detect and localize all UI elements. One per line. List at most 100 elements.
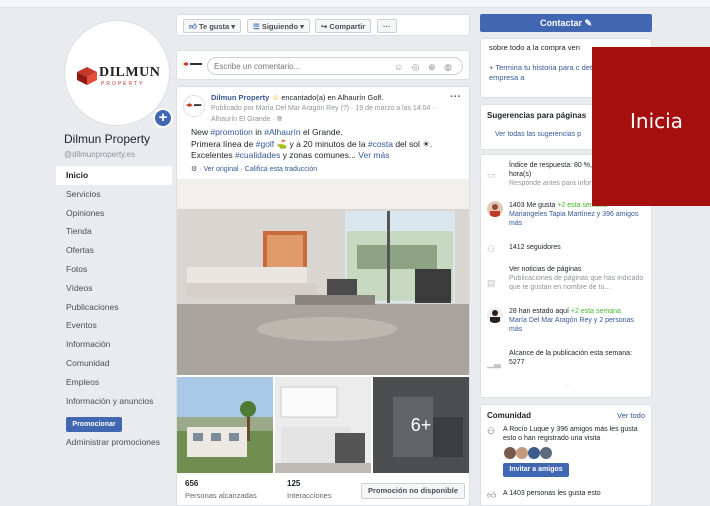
share-icon: ↪ [321,22,328,31]
thumbnail-exterior[interactable] [177,377,273,473]
commenter-logo-icon [183,62,202,66]
followers-icon: ⚇ [487,244,496,254]
hashtag[interactable]: #costa [368,139,393,149]
logo-subtext: PROPERTY [101,81,145,87]
rss-icon: ☰ [253,22,260,31]
page-news-link[interactable]: Ver noticias de páginas [509,266,581,273]
community-see-all-link[interactable]: Ver todo [617,411,645,420]
checkins-week: +2 esta semana [570,308,621,315]
likes-friends[interactable]: Mariangeles Tapia Martínez y 396 amigos … [509,211,638,227]
more-stats-icon[interactable]: ··· [487,381,647,391]
logo-cube-icon [77,67,97,85]
author-logo-icon [185,103,202,107]
people-icon: ⚇ [487,426,496,436]
invite-friends-button[interactable]: Invitar a amigos [503,463,569,477]
post-author-name[interactable]: Dilmun Property [211,93,269,102]
kitchen-image [275,377,371,473]
suggestions-title: Sugerencias para páginas [487,111,587,120]
post-main-photo[interactable] [177,179,469,375]
suggestions-link[interactable]: Ver todas las sugerencias p [495,131,581,138]
followers-row: ⚇ 1412 seguidores [487,243,647,257]
sidebar-item-informacion[interactable]: Información [56,335,172,354]
sidebar-item-eventos[interactable]: Eventos [56,316,172,335]
like-page-button[interactable]: 👍︎ Te gusta ▾ [183,19,242,33]
post-thumbnail-row: 6+ [177,377,469,473]
checkins-friends[interactable]: María Del Mar Aragón Rey y 2 personas má… [509,317,634,333]
sidebar-item-fotos[interactable]: Fotos [56,260,172,279]
gear-icon: ⚙ [191,166,198,173]
top-nav-strip [0,0,710,8]
bar-chart-icon: ▁▃ [487,358,501,368]
sidebar-item-opiniones[interactable]: Opiniones [56,204,172,223]
exterior-image [177,377,273,473]
sidebar-item-ofertas[interactable]: Ofertas [56,241,172,260]
hashtag[interactable]: #Alhaurín [264,127,300,137]
community-likes-text: A 1403 personas les gusta esto [503,490,601,497]
likes-row: 1403 Me gusta +2 esta semana Mariangeles… [487,201,647,235]
community-card: Comunidad Ver todo ⚇ A Rocío Luque y 396… [480,404,652,506]
post-text: New #promotion in #Alhaurín el Grande. P… [191,127,433,160]
thumbnail-more[interactable]: 6+ [373,377,469,473]
sidebar-item-servicios[interactable]: Servicios [56,185,172,204]
post-activity: encantado(a) en Alhaurín Golf. [281,93,384,102]
page-name[interactable]: Dilmun Property [64,132,150,146]
sidebar-item-videos[interactable]: Vídeos [56,279,172,298]
friend-faces-strip[interactable] [503,446,573,460]
hashtag[interactable]: #cualidades [235,150,280,160]
see-more-link[interactable]: Ver más [358,150,389,160]
sidebar-item-info-anuncios[interactable]: Información y anuncios [56,392,172,411]
admin-promotions-link[interactable]: Administrar promociones [66,437,160,447]
thumbs-up-icon: 👍︎ [189,22,197,31]
post-author-avatar[interactable] [183,95,205,117]
contact-button[interactable]: Contactar ✎ [480,14,652,32]
sidebar-item-empleos[interactable]: Empleos [56,373,172,392]
sidebar-item-tienda[interactable]: Tienda [56,222,172,241]
post-insights: 656 Personas alcanzadas 125 Interaccione… [177,475,469,506]
more-actions-button[interactable]: ··· [377,19,397,33]
thumbs-up-icon: 👍︎ [487,490,497,500]
view-original-link[interactable]: Ver original [204,166,239,173]
profile-picture[interactable]: DILMUN PROPERTY + [64,20,173,128]
following-button[interactable]: ☰ Siguiendo ▾ [247,19,310,33]
page-action-bar: 👍︎ Te gusta ▾ ☰ Siguiendo ▾ ↪ Compartir … [176,14,470,36]
reach-week-row: ▁▃ Alcance de la publicación esta semana… [487,349,647,373]
checkin-friend-avatar[interactable] [487,307,503,323]
sidebar-item-comunidad[interactable]: Comunidad [56,354,172,373]
response-sub: Responde antes para inform [509,180,598,187]
logo-text: DILMUN [99,65,161,80]
friend-avatar[interactable] [487,201,503,217]
post-options-button[interactable]: ··· [450,91,461,103]
chat-bubble-icon: ▭ [487,170,496,180]
more-photos-count[interactable]: 6+ [373,377,469,473]
checkins-count: 28 han estado aquí [509,308,569,315]
post-byline: Publicado por María Del Mar Aragón Rey (… [211,105,435,112]
post-card: Dilmun Property ☺ encantado(a) en Alhaur… [176,86,470,506]
inicia-banner[interactable]: Inicia [592,47,710,206]
comment-tools-icons[interactable]: ☺ ◎ ⊕ ◍ [394,62,455,73]
post-header: Dilmun Property ☺ encantado(a) en Alhaur… [211,93,441,125]
hashtag[interactable]: #promotion [210,127,253,137]
post-location[interactable]: Alhaurín El Grande · [211,116,277,123]
hashtag[interactable]: #golf [256,139,274,149]
community-friends-row: ⚇ A Rocío Luque y 396 amigos más les gus… [487,425,647,447]
add-photo-button[interactable]: + [153,108,173,128]
sidebar-item-inicio[interactable]: Inicio [56,166,172,185]
globe-icon: 🌐︎ [276,116,283,123]
promotion-unavailable-button[interactable]: Promoción no disponible [361,483,465,499]
sidebar-item-publicaciones[interactable]: Publicaciones [56,298,172,317]
promote-button[interactable]: Promocionar [66,417,122,432]
rate-translation-link[interactable]: Califica esta traducción [245,166,317,173]
interactions-value: 125 [287,479,301,488]
reach-label: Personas alcanzadas [185,491,257,500]
community-title: Comunidad [487,411,531,420]
community-friends-text[interactable]: A Rocío Luque y 396 amigos más les gusta… [503,425,643,443]
thumbnail-kitchen[interactable] [275,377,371,473]
interactions-label: Interacciones [287,491,332,500]
likes-count: 1403 Me gusta [509,202,556,209]
banner-text: Inicia [630,109,683,133]
translation-links: ⚙ · Ver original · Califica esta traducc… [191,166,318,173]
reach-week-text: Alcance de la publicación esta semana: 5… [509,350,632,366]
sidebar-menu: Inicio Servicios Opiniones Tienda Oferta… [56,166,172,410]
share-button[interactable]: ↪ Compartir [315,19,372,33]
page-handle[interactable]: @dilmunproperty.es [64,150,135,159]
